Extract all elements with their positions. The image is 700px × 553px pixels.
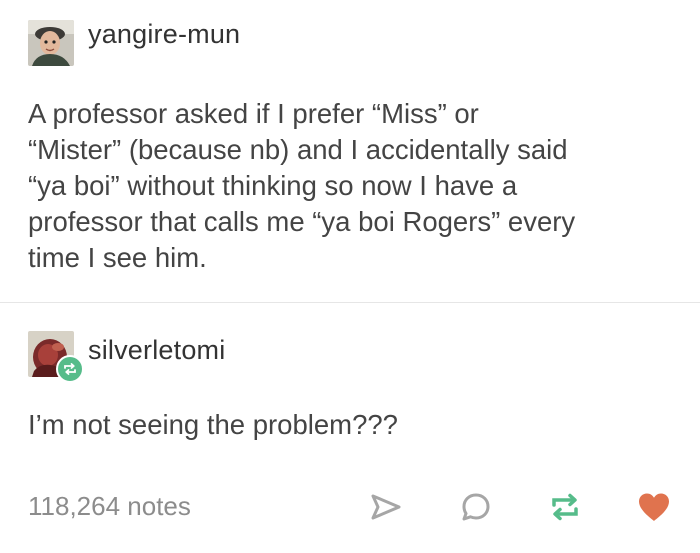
reply-icon bbox=[462, 493, 490, 521]
share-icon bbox=[371, 494, 401, 520]
heart-icon bbox=[639, 493, 669, 521]
post-body: I’m not seeing the problem??? bbox=[28, 409, 398, 440]
reblog-badge bbox=[56, 355, 84, 383]
user-avatar-icon bbox=[28, 20, 74, 66]
share-button[interactable] bbox=[366, 487, 406, 527]
reblog-icon bbox=[552, 493, 578, 521]
like-button[interactable] bbox=[634, 487, 674, 527]
avatar[interactable] bbox=[28, 20, 74, 66]
post-header: silverletomi bbox=[28, 331, 225, 383]
avatar[interactable] bbox=[28, 331, 84, 383]
post-body: A professor asked if I prefer “Miss” or … bbox=[28, 98, 576, 273]
post-footer: 118,264 notes bbox=[0, 473, 700, 553]
post-username[interactable]: yangire-mun bbox=[88, 19, 240, 50]
original-post: yangire-mun A professor asked if I prefe… bbox=[0, 0, 700, 302]
post-header: yangire-mun bbox=[28, 19, 240, 66]
reblog-comment: silverletomi I’m not seeing the problem?… bbox=[0, 303, 700, 473]
reply-button[interactable] bbox=[456, 487, 496, 527]
notes-count[interactable]: 118,264 notes bbox=[28, 491, 191, 522]
reblog-icon bbox=[64, 363, 76, 375]
post-username[interactable]: silverletomi bbox=[88, 335, 225, 366]
reblog-button[interactable] bbox=[545, 487, 585, 527]
